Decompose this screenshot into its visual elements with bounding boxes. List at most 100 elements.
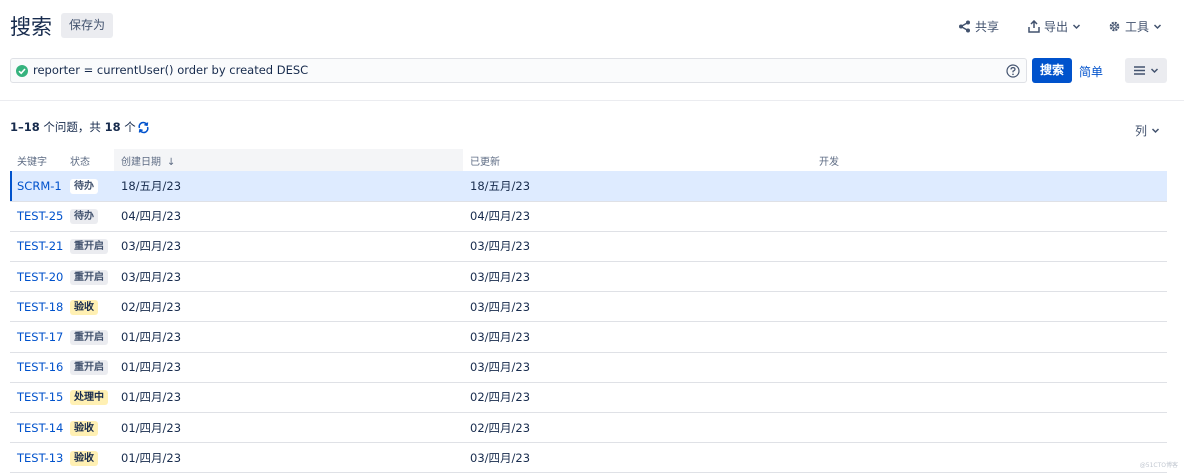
results-count: 1–18 个问题，共 18 个 xyxy=(10,119,150,135)
page-title: 搜索 xyxy=(10,15,52,39)
table-row[interactable]: TEST-25 待办 04/四月/23 04/四月/23 xyxy=(10,201,1167,232)
tools-button[interactable]: 工具 xyxy=(1108,16,1162,36)
results-suffix: 个 xyxy=(120,120,136,134)
status-cell: 重开启 xyxy=(63,352,114,383)
issue-key-cell[interactable]: TEST-14 xyxy=(10,412,63,444)
issue-key-cell[interactable]: TEST-16 xyxy=(10,352,63,383)
issue-key-link[interactable]: TEST-20 xyxy=(17,270,63,284)
gear-icon xyxy=(1109,21,1120,31)
search-button[interactable]: 搜索 xyxy=(1032,58,1072,83)
development-cell xyxy=(812,442,1167,473)
page-header: 搜索 保存为 共享 导出 工具 xyxy=(0,0,1184,52)
column-header-created-label: 创建日期 xyxy=(121,156,161,168)
columns-button[interactable]: 列 xyxy=(1135,122,1160,139)
status-badge: 重开启 xyxy=(70,360,108,376)
issue-key-cell[interactable]: TEST-13 xyxy=(10,442,63,473)
issue-key-cell[interactable]: TEST-18 xyxy=(10,291,63,323)
status-badge: 待办 xyxy=(70,178,98,194)
column-header-key[interactable]: 关键字 xyxy=(10,149,63,171)
issue-table: 关键字 状态 创建日期 ↓ 已更新 开发 SCRM-1 待办 18/五月/23 18/五… xyxy=(10,149,1167,473)
save-as-button[interactable]: 保存为 xyxy=(61,13,114,38)
refresh-icon[interactable] xyxy=(137,121,150,134)
basic-mode-link[interactable]: 简单 xyxy=(1079,63,1103,80)
export-label: 导出 xyxy=(1044,19,1069,34)
updated-cell: 18/五月/23 xyxy=(463,171,812,202)
share-label: 共享 xyxy=(975,19,1000,34)
list-view-icon xyxy=(1134,66,1145,75)
development-cell xyxy=(812,352,1167,383)
issue-key-link[interactable]: TEST-17 xyxy=(17,330,63,344)
table-row[interactable]: TEST-15 处理中 01/四月/23 02/四月/23 xyxy=(10,382,1167,414)
status-badge: 待办 xyxy=(70,209,98,225)
updated-cell: 02/四月/23 xyxy=(463,412,812,444)
issue-key-cell[interactable]: TEST-15 xyxy=(10,382,63,414)
updated-cell: 03/四月/23 xyxy=(463,261,812,293)
updated-cell: 03/四月/23 xyxy=(463,291,812,323)
issue-key-cell[interactable]: TEST-20 xyxy=(10,261,63,293)
issue-key-cell[interactable]: TEST-17 xyxy=(10,321,63,353)
created-cell: 04/四月/23 xyxy=(114,201,463,232)
jql-input[interactable]: reporter = currentUser() order by create… xyxy=(10,58,1027,83)
updated-cell: 02/四月/23 xyxy=(463,382,812,414)
development-cell xyxy=(812,321,1167,353)
created-cell: 01/四月/23 xyxy=(114,442,463,473)
watermark: @51CTO博客 xyxy=(1139,462,1178,469)
issue-key-link[interactable]: TEST-16 xyxy=(17,360,63,374)
export-button[interactable]: 导出 xyxy=(1028,16,1081,36)
created-cell: 01/四月/23 xyxy=(114,352,463,383)
issue-key-link[interactable]: TEST-13 xyxy=(17,451,63,465)
table-row[interactable]: TEST-18 验收 02/四月/23 03/四月/23 xyxy=(10,291,1167,323)
issue-key-link[interactable]: TEST-18 xyxy=(17,300,63,314)
share-button[interactable]: 共享 xyxy=(958,16,999,36)
help-icon[interactable] xyxy=(1006,64,1020,78)
results-range: 1–18 xyxy=(10,120,40,134)
status-cell: 验收 xyxy=(63,412,114,444)
table-row[interactable]: SCRM-1 待办 18/五月/23 18/五月/23 xyxy=(10,171,1167,202)
status-badge: 处理中 xyxy=(70,390,108,406)
export-icon xyxy=(1028,19,1040,33)
development-cell xyxy=(812,261,1167,293)
issue-key-link[interactable]: TEST-21 xyxy=(17,239,63,253)
development-cell xyxy=(812,171,1167,202)
divider xyxy=(0,100,1184,101)
issue-key-link[interactable]: SCRM-1 xyxy=(17,179,62,193)
status-badge: 重开启 xyxy=(70,330,108,346)
column-header-dev[interactable]: 开发 xyxy=(812,149,1167,171)
status-cell: 待办 xyxy=(63,171,114,202)
created-cell: 01/四月/23 xyxy=(114,321,463,353)
updated-cell: 03/四月/23 xyxy=(463,352,812,383)
created-cell: 01/四月/23 xyxy=(114,412,463,444)
chevron-down-icon xyxy=(1153,23,1162,29)
development-cell xyxy=(812,382,1167,414)
table-row[interactable]: TEST-14 验收 01/四月/23 02/四月/23 xyxy=(10,412,1167,444)
issue-table-body: SCRM-1 待办 18/五月/23 18/五月/23 TEST-25 待办 04/四月/2… xyxy=(10,171,1167,473)
results-middle-text: 个问题，共 xyxy=(39,120,105,134)
columns-label: 列 xyxy=(1135,124,1148,138)
chevron-down-icon xyxy=(1151,128,1160,134)
issue-key-cell[interactable]: TEST-21 xyxy=(10,231,63,263)
column-header-updated[interactable]: 已更新 xyxy=(463,149,812,171)
table-row[interactable]: TEST-20 重开启 03/四月/23 03/四月/23 xyxy=(10,261,1167,293)
status-badge: 验收 xyxy=(70,420,98,436)
table-row[interactable]: TEST-16 重开启 01/四月/23 03/四月/23 xyxy=(10,352,1167,383)
issue-key-link[interactable]: TEST-14 xyxy=(17,421,63,435)
table-row[interactable]: TEST-13 验收 01/四月/23 03/四月/23 xyxy=(10,442,1167,473)
layout-switcher-button[interactable] xyxy=(1125,58,1167,83)
column-header-created[interactable]: 创建日期 ↓ xyxy=(114,149,463,171)
development-cell xyxy=(812,291,1167,323)
created-cell: 03/四月/23 xyxy=(114,231,463,263)
development-cell xyxy=(812,412,1167,444)
status-badge: 验收 xyxy=(70,299,98,315)
development-cell xyxy=(812,201,1167,232)
status-badge: 验收 xyxy=(70,450,98,466)
search-bar: reporter = currentUser() order by create… xyxy=(0,56,1184,88)
column-header-status[interactable]: 状态 xyxy=(63,149,114,171)
table-row[interactable]: TEST-21 重开启 03/四月/23 03/四月/23 xyxy=(10,231,1167,263)
issue-key-cell[interactable]: SCRM-1 xyxy=(10,171,63,202)
status-badge: 重开启 xyxy=(70,239,108,255)
issue-key-link[interactable]: TEST-25 xyxy=(17,209,63,223)
issue-key-link[interactable]: TEST-15 xyxy=(17,390,63,404)
table-row[interactable]: TEST-17 重开启 01/四月/23 03/四月/23 xyxy=(10,321,1167,353)
valid-query-icon xyxy=(16,65,28,77)
issue-key-cell[interactable]: TEST-25 xyxy=(10,201,63,232)
